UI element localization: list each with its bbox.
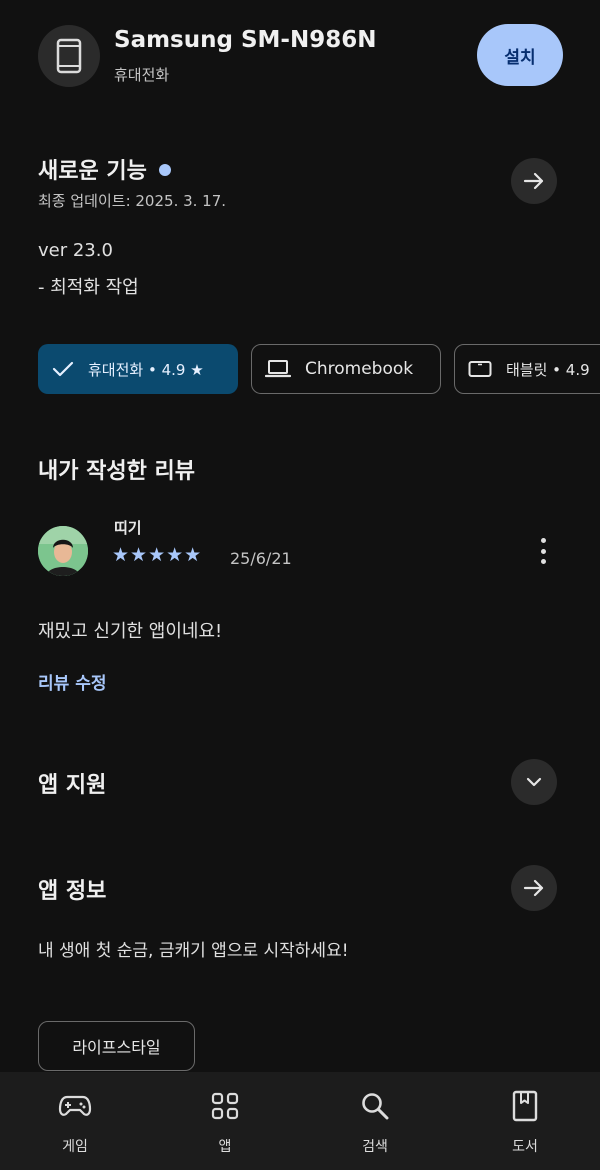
update-note: - 최적화 작업: [38, 277, 139, 298]
more-options-icon[interactable]: [530, 536, 556, 566]
book-icon: [512, 1090, 538, 1122]
version-text: ver 23.0: [38, 240, 113, 261]
chevron-down-icon: [526, 777, 542, 787]
whats-new-title: 새로운 기능: [38, 153, 171, 185]
tablet-icon: [468, 360, 492, 378]
device-avatar: [38, 25, 100, 87]
phone-icon: [56, 38, 82, 74]
my-review-title: 내가 작성한 리뷰: [38, 459, 195, 484]
app-support-expand-button[interactable]: [511, 759, 557, 805]
nav-label-search: 검색: [362, 1139, 388, 1155]
rating-stars: ★★★★★: [112, 544, 203, 566]
whats-new-title-text: 새로운 기능: [38, 159, 147, 184]
bottom-navigation: 게임 앱 검색 도서: [0, 1072, 600, 1170]
app-info-arrow-button[interactable]: [511, 865, 557, 911]
review-date: 25/6/21: [230, 549, 292, 568]
nav-item-search[interactable]: 검색: [325, 1072, 425, 1170]
check-icon: [52, 360, 74, 378]
search-icon: [360, 1090, 390, 1122]
nav-label-apps: 앱: [218, 1139, 232, 1155]
device-name: Samsung SM-N986N: [114, 27, 377, 53]
chip-phone-label: 휴대전화 • 4.9 ★: [88, 360, 204, 379]
edit-review-link[interactable]: 리뷰 수정: [38, 669, 106, 694]
whats-new-arrow-button[interactable]: [511, 158, 557, 204]
chip-tablet-label: 태블릿 • 4.9: [506, 360, 590, 379]
nav-label-games: 게임: [62, 1139, 88, 1155]
category-chip[interactable]: 라이프스타일: [38, 1021, 195, 1071]
device-type: 휴대전화: [114, 66, 170, 84]
arrow-right-icon: [523, 879, 544, 897]
nav-label-books: 도서: [512, 1139, 538, 1155]
arrow-right-icon: [523, 172, 544, 190]
app-description: 내 생애 첫 순금, 금캐기 앱으로 시작하세요!: [38, 941, 349, 961]
apps-grid-icon: [211, 1090, 239, 1122]
chip-phone[interactable]: 휴대전화 • 4.9 ★: [38, 344, 238, 394]
install-button[interactable]: 설치: [477, 24, 563, 86]
last-updated: 최종 업데이트: 2025. 3. 17.: [38, 192, 227, 210]
nav-item-games[interactable]: 게임: [25, 1072, 125, 1170]
nav-item-apps[interactable]: 앱: [175, 1072, 275, 1170]
app-support-title: 앱 지원: [38, 773, 107, 798]
chip-tablet[interactable]: 태블릿 • 4.9: [454, 344, 600, 394]
gamepad-icon: [58, 1090, 92, 1122]
reviewer-avatar: [38, 526, 88, 576]
app-info-title: 앱 정보: [38, 879, 107, 904]
laptop-icon: [265, 359, 291, 379]
reviewer-name: 띠기: [114, 519, 142, 537]
chip-chromebook[interactable]: Chromebook: [251, 344, 441, 394]
review-text: 재밌고 신기한 앱이네요!: [38, 621, 223, 642]
new-indicator-dot: [158, 164, 171, 176]
nav-item-books[interactable]: 도서: [475, 1072, 575, 1170]
chip-chromebook-label: Chromebook: [305, 359, 414, 379]
